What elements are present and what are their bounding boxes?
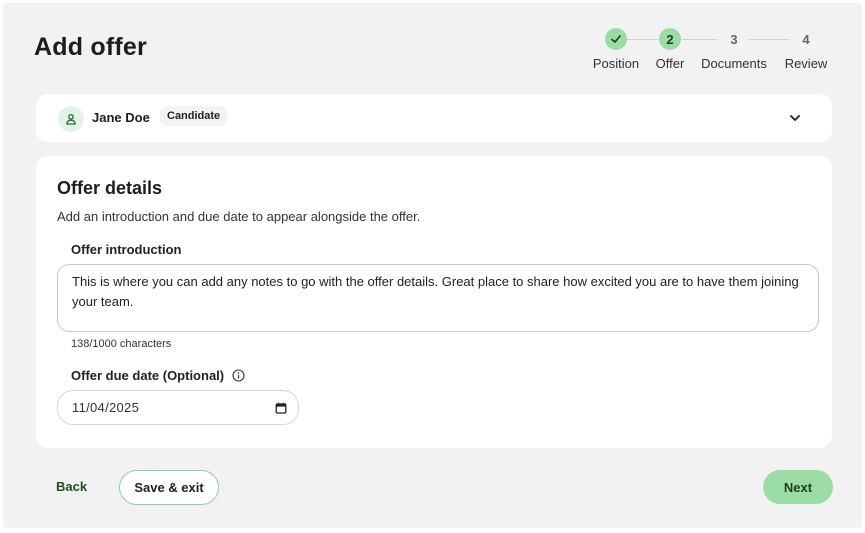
progress-stepper: Position 2 Offer 3 Documents 4 Review <box>586 28 836 78</box>
char-counter: 138/1000 characters <box>71 338 172 350</box>
next-button[interactable]: Next <box>763 470 833 504</box>
step-offer[interactable]: 2 Offer <box>652 28 688 71</box>
step-documents[interactable]: 3 Documents <box>696 28 772 72</box>
candidate-badge: Candidate <box>160 106 228 126</box>
candidate-card[interactable]: Jane Doe Candidate <box>36 94 832 142</box>
person-icon <box>58 106 84 132</box>
step-number: 4 <box>802 31 810 47</box>
step-label: Documents <box>701 56 767 71</box>
due-date-input[interactable]: 11/04/2025 <box>57 390 299 425</box>
calendar-icon[interactable] <box>275 401 287 419</box>
step-label: Offer <box>655 56 685 71</box>
page-frame: Add offer Position 2 Offer 3 Documents 4… <box>3 3 862 528</box>
due-date-label: Offer due date (Optional) <box>71 368 225 383</box>
offer-details-card: Offer details Add an introduction and du… <box>36 156 832 448</box>
info-icon[interactable] <box>232 369 245 385</box>
offer-intro-textarea[interactable]: This is where you can add any notes to g… <box>57 264 819 332</box>
section-title: Offer details <box>57 178 163 198</box>
save-exit-button[interactable]: Save & exit <box>119 470 219 505</box>
page-title: Add offer <box>34 33 147 61</box>
chevron-down-icon[interactable] <box>788 111 802 125</box>
step-label: Position <box>592 56 640 71</box>
step-number: 3 <box>730 31 738 47</box>
step-label: Review <box>784 56 828 71</box>
check-icon <box>605 28 627 50</box>
step-position[interactable]: Position <box>590 28 642 71</box>
due-date-value: 11/04/2025 <box>72 400 140 415</box>
candidate-name: Jane Doe <box>92 110 150 125</box>
back-button[interactable]: Back <box>56 479 87 494</box>
intro-label: Offer introduction <box>71 242 182 257</box>
step-number: 2 <box>659 28 681 50</box>
due-date-label-row: Offer due date (Optional) <box>71 368 245 385</box>
step-review[interactable]: 4 Review <box>781 28 831 72</box>
section-description: Add an introduction and due date to appe… <box>57 209 421 224</box>
